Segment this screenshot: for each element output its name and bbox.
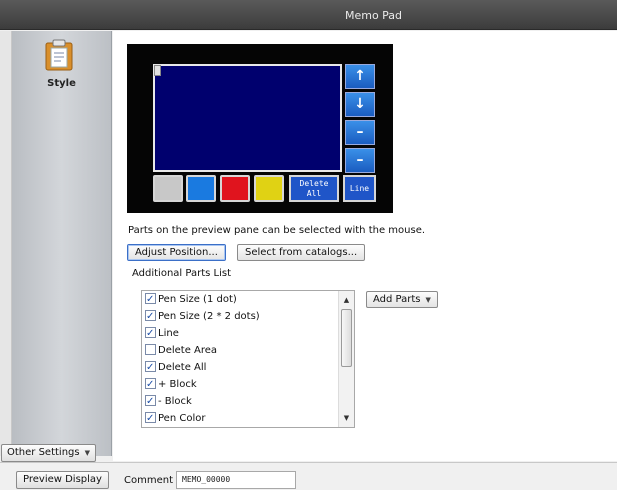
preview-display-button[interactable]: Preview Display bbox=[16, 471, 109, 489]
select-from-catalogs-button[interactable]: Select from catalogs... bbox=[237, 244, 366, 261]
style-label[interactable]: Style bbox=[12, 78, 111, 89]
block-minus-button[interactable]: – bbox=[345, 120, 375, 145]
chevron-down-icon: ▼ bbox=[84, 449, 90, 457]
left-strip bbox=[0, 31, 12, 456]
comment-field[interactable]: MEMO_00000 bbox=[176, 471, 296, 489]
line-button[interactable]: Line bbox=[343, 175, 376, 202]
block-minus-button-2[interactable]: – bbox=[345, 148, 375, 173]
delete-all-line2: All bbox=[306, 189, 322, 198]
scroll-up-button[interactable]: ↑ bbox=[345, 64, 375, 89]
pen-color-yellow-button[interactable] bbox=[254, 175, 284, 202]
additional-parts-label: Additional Parts List bbox=[132, 268, 231, 279]
pen-color-gray-button[interactable] bbox=[153, 175, 183, 202]
comment-label: Comment bbox=[124, 475, 173, 486]
list-item[interactable]: Pen Size (1 dot) bbox=[145, 292, 237, 309]
title-bar: Memo Pad bbox=[0, 0, 617, 30]
down-arrow-icon: ↓ bbox=[354, 96, 366, 112]
pen-color-red-button[interactable] bbox=[220, 175, 250, 202]
list-scrollbar[interactable]: ▲ ▼ bbox=[338, 291, 354, 427]
checkbox[interactable] bbox=[145, 309, 156, 324]
list-item[interactable]: Delete All bbox=[145, 360, 206, 377]
list-item[interactable]: Pen Size (2 * 2 dots) bbox=[145, 309, 260, 326]
minus-icon: – bbox=[356, 124, 364, 140]
delete-all-line1: Delete bbox=[299, 179, 329, 188]
checkbox[interactable] bbox=[145, 411, 156, 426]
list-item[interactable]: - Block bbox=[145, 394, 192, 411]
add-parts-button[interactable]: Add Parts ▼ bbox=[366, 291, 438, 308]
pen-color-blue-button[interactable] bbox=[186, 175, 216, 202]
list-item[interactable]: + Block bbox=[145, 377, 197, 394]
other-settings-button[interactable]: Other Settings ▼ bbox=[1, 444, 96, 462]
checkbox[interactable] bbox=[145, 292, 156, 307]
memo-drawing-area[interactable] bbox=[153, 64, 342, 172]
adjust-position-button[interactable]: Adjust Position... bbox=[127, 244, 226, 261]
window-title: Memo Pad bbox=[344, 9, 403, 22]
pen-cursor-icon[interactable] bbox=[154, 65, 161, 76]
checkbox[interactable] bbox=[145, 344, 156, 355]
checkbox[interactable] bbox=[145, 394, 156, 409]
sidebar: Style bbox=[12, 31, 112, 456]
up-arrow-icon: ↑ bbox=[354, 68, 366, 84]
delete-all-button[interactable]: Delete All bbox=[289, 175, 339, 202]
list-item[interactable]: Delete Area bbox=[145, 343, 217, 360]
preview-hint: Parts on the preview pane can be selecte… bbox=[128, 225, 426, 236]
checkbox[interactable] bbox=[145, 326, 156, 341]
scroll-down-arrow-icon[interactable]: ▼ bbox=[339, 411, 354, 425]
chevron-down-icon: ▼ bbox=[425, 296, 431, 304]
scroll-up-arrow-icon[interactable]: ▲ bbox=[339, 293, 354, 307]
additional-parts-list[interactable]: Pen Size (1 dot) Pen Size (2 * 2 dots) L… bbox=[141, 290, 355, 428]
scroll-down-button[interactable]: ↓ bbox=[345, 92, 375, 117]
checkbox[interactable] bbox=[145, 377, 156, 392]
clipboard-icon[interactable] bbox=[45, 39, 73, 71]
minus-icon: – bbox=[356, 152, 364, 168]
list-item[interactable]: Pen Color bbox=[145, 411, 205, 427]
checkbox[interactable] bbox=[145, 360, 156, 375]
scrollbar-thumb[interactable] bbox=[341, 309, 352, 367]
list-item[interactable]: Line bbox=[145, 326, 179, 343]
